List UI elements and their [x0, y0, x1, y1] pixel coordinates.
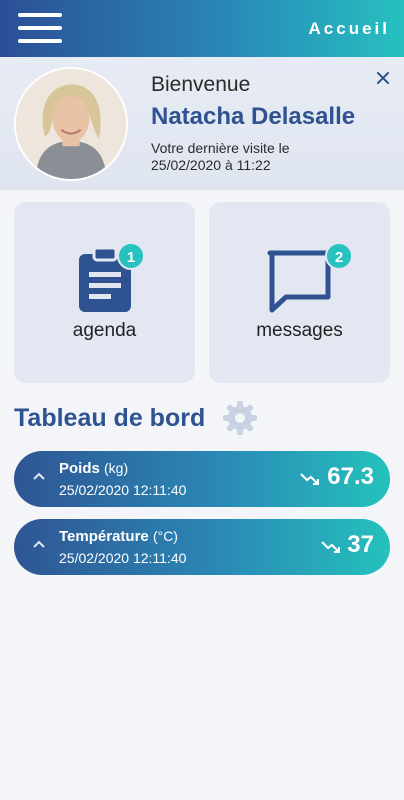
messages-label: messages [256, 320, 343, 341]
messages-tile[interactable]: 2 messages [209, 202, 390, 383]
agenda-badge: 1 [117, 242, 145, 270]
metric-unit: (kg) [104, 460, 129, 476]
user-name: Natacha Delasalle [151, 103, 356, 130]
last-visit: Votre dernière visite le 25/02/2020 à 11… [151, 140, 331, 174]
menu-icon[interactable] [18, 13, 62, 43]
trend-down-icon [300, 473, 319, 485]
chevron-up-icon[interactable] [32, 471, 46, 481]
page-title: Accueil [308, 19, 390, 38]
metric-temperature[interactable]: Température (°C) 25/02/2020 12:11:40 37 [14, 519, 390, 575]
agenda-tile[interactable]: 1 agenda [14, 202, 195, 383]
metric-weight[interactable]: Poids (kg) 25/02/2020 12:11:40 67.3 [14, 451, 390, 507]
close-icon[interactable] [376, 71, 390, 85]
metric-label: Poids [59, 460, 100, 477]
gear-icon[interactable] [222, 400, 258, 436]
last-visit-line1: Votre dernière visite le [151, 140, 290, 156]
messages-badge: 2 [325, 242, 353, 270]
metric-date: 25/02/2020 12:11:40 [59, 550, 187, 566]
chat-bubble-icon [267, 250, 330, 313]
metric-unit: (°C) [152, 528, 178, 544]
metric-label: Température [59, 528, 149, 545]
metric-date: 25/02/2020 12:11:40 [59, 482, 187, 498]
metric-name: Température (°C) [59, 528, 178, 545]
top-bar: Accueil [0, 0, 404, 57]
agenda-label: agenda [72, 320, 137, 341]
metric-name: Poids (kg) [59, 460, 128, 477]
trend-down-icon [321, 541, 340, 553]
metric-value: 67.3 [327, 463, 374, 490]
greeting: Bienvenue [151, 73, 251, 96]
avatar [14, 67, 128, 181]
chevron-up-icon[interactable] [32, 539, 46, 549]
dashboard-title: Tableau de bord [14, 404, 206, 432]
welcome-panel: Bienvenue Natacha Delasalle Votre derniè… [0, 57, 404, 190]
user-photo [16, 69, 126, 179]
welcome-text: Bienvenue Natacha Delasalle Votre derniè… [151, 73, 381, 174]
metric-value: 37 [347, 531, 374, 558]
last-visit-line2: 25/02/2020 à 11:22 [151, 157, 271, 173]
